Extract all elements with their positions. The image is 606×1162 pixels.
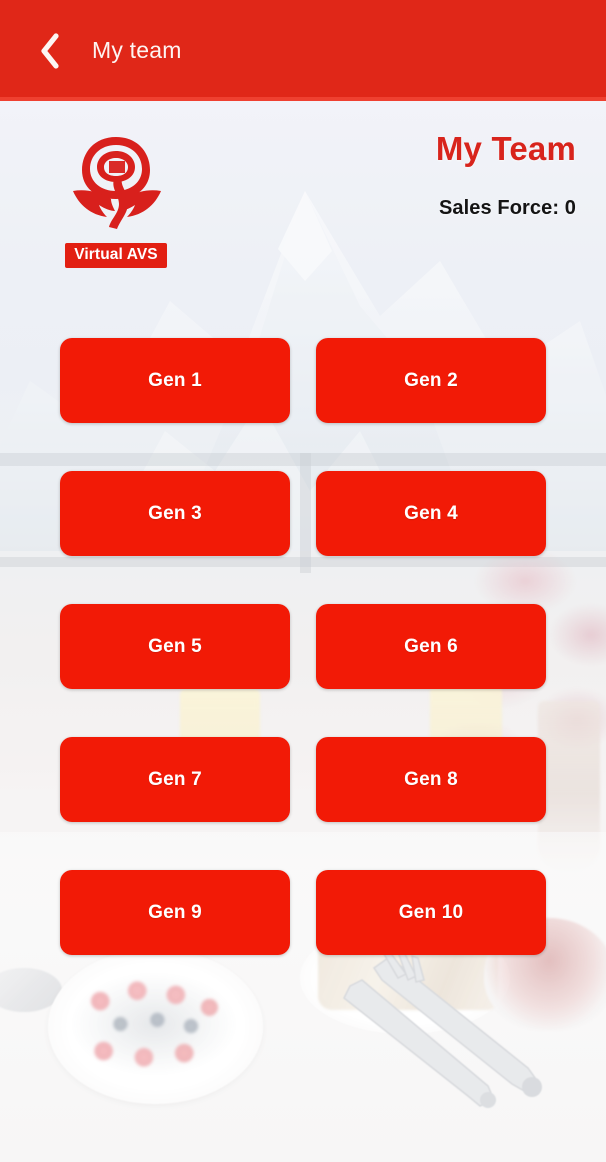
gen-button-9[interactable]: Gen 9 bbox=[60, 870, 290, 955]
my-team-screen: My team Virtual AVS My Team Sales Force:… bbox=[0, 0, 606, 1162]
generation-button-grid: Gen 1 Gen 2 Gen 3 Gen 4 Gen 5 Gen 6 Gen … bbox=[0, 338, 606, 955]
gen-button-7[interactable]: Gen 7 bbox=[60, 737, 290, 822]
chevron-left-icon bbox=[37, 31, 63, 71]
gen-button-8[interactable]: Gen 8 bbox=[316, 737, 546, 822]
page-title: My Team bbox=[435, 130, 576, 167]
gen-button-6[interactable]: Gen 6 bbox=[316, 604, 546, 689]
brand-banner-label: Virtual AVS bbox=[65, 243, 167, 268]
gen-button-10[interactable]: Gen 10 bbox=[316, 870, 546, 955]
headings-block: My Team Sales Force: 0 bbox=[435, 130, 576, 220]
gen-button-1[interactable]: Gen 1 bbox=[60, 338, 290, 423]
content-area: Virtual AVS My Team Sales Force: 0 Gen 1… bbox=[0, 101, 606, 1162]
gen-button-5[interactable]: Gen 5 bbox=[60, 604, 290, 689]
rose-logo-icon bbox=[65, 129, 167, 241]
app-bar: My team bbox=[0, 0, 606, 101]
gen-button-4[interactable]: Gen 4 bbox=[316, 471, 546, 556]
app-bar-title: My team bbox=[92, 37, 182, 63]
back-button[interactable] bbox=[18, 19, 82, 83]
gen-button-2[interactable]: Gen 2 bbox=[316, 338, 546, 423]
sales-force-count: Sales Force: 0 bbox=[438, 197, 576, 220]
gen-button-3[interactable]: Gen 3 bbox=[60, 471, 290, 556]
brand-block: Virtual AVS bbox=[56, 129, 176, 268]
